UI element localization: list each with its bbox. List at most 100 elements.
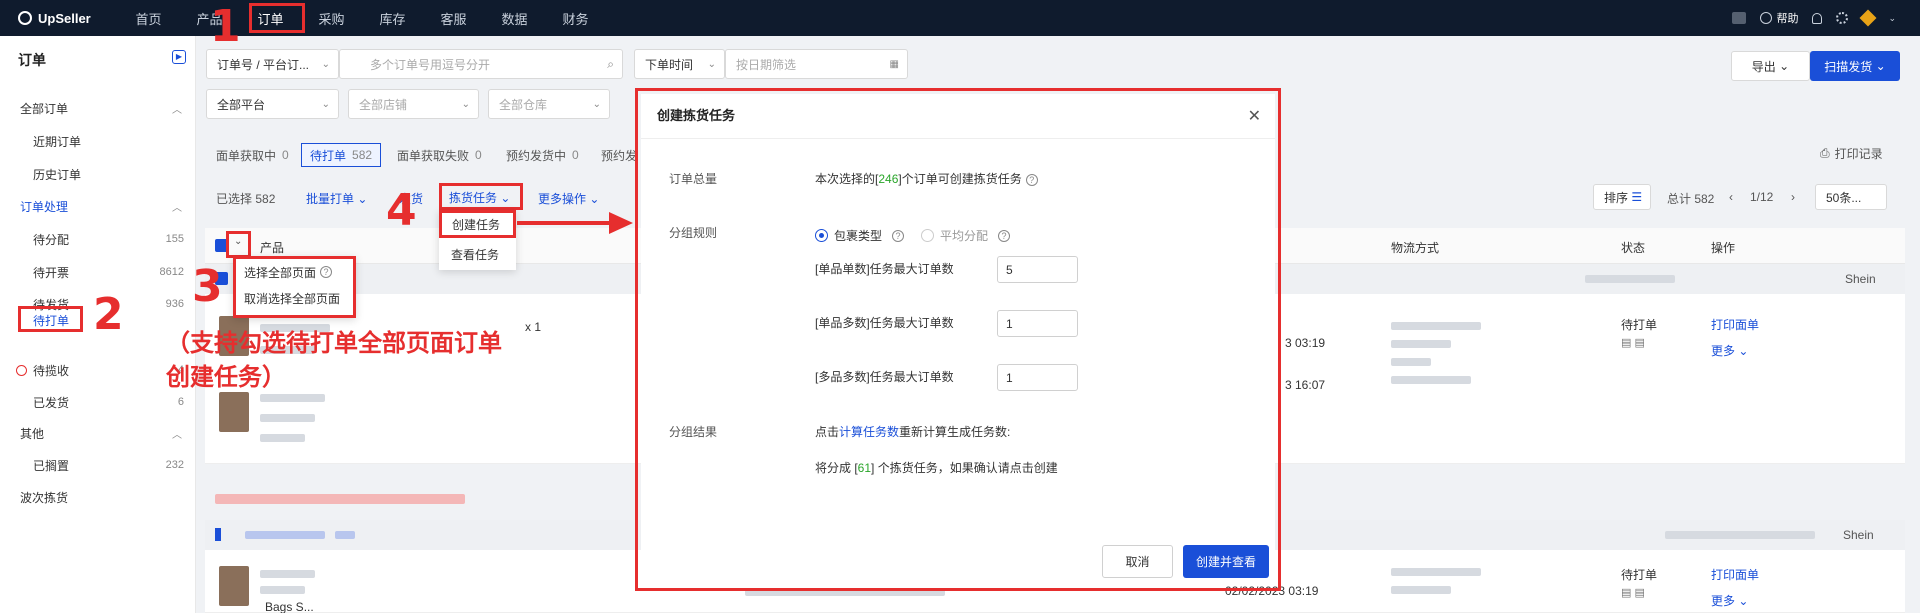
option-label: 查看任务 bbox=[451, 247, 500, 262]
average-distribution-radio[interactable]: 平均分配 ? bbox=[921, 227, 1011, 244]
view-task-option[interactable]: 查看任务 bbox=[439, 240, 516, 268]
order-total-label: 订单总量 bbox=[669, 172, 718, 186]
nav-service[interactable]: 客服 bbox=[423, 9, 484, 28]
deselect-all-pages-option[interactable]: 取消选择全部页面 bbox=[236, 285, 353, 311]
tab-fetch-failed[interactable]: 面单获取失败 0 bbox=[397, 143, 482, 167]
sidebar-item-pending-invoice[interactable]: 待开票 8612 bbox=[0, 258, 196, 286]
select-value: 订单号 / 平台订... bbox=[217, 57, 310, 72]
print-label-link[interactable]: 打印面单 bbox=[1711, 566, 1759, 583]
task-count-number: 61 bbox=[857, 461, 872, 475]
sidebar-item-all-orders[interactable]: 全部订单 ︿ bbox=[0, 94, 196, 122]
export-label: 导出 bbox=[1751, 59, 1776, 74]
warning-icon bbox=[16, 364, 27, 376]
more-ops-button[interactable]: 更多操作 ⌄ bbox=[538, 190, 599, 207]
help-link[interactable]: 帮助 bbox=[1760, 10, 1798, 26]
print-log-label: 打印记录 bbox=[1834, 147, 1883, 161]
sidebar-item-history-orders[interactable]: 历史订单 bbox=[0, 160, 196, 188]
bell-icon[interactable] bbox=[1812, 12, 1823, 24]
tab-pending-print[interactable]: 待打单 582 bbox=[301, 143, 382, 167]
create-and-view-button[interactable]: 创建并查看 bbox=[1183, 545, 1269, 578]
sidebar-item-pending-assign[interactable]: 待分配 155 bbox=[0, 225, 196, 253]
sidebar-item-count: 6 bbox=[177, 396, 184, 408]
tab-count: 0 bbox=[572, 148, 579, 162]
radio-selected-icon bbox=[815, 229, 828, 242]
app-logo[interactable]: UpSeller bbox=[0, 11, 118, 26]
row-checkbox[interactable] bbox=[215, 528, 221, 541]
cancel-button[interactable]: 取消 bbox=[1102, 545, 1173, 578]
dialog-divider bbox=[641, 138, 1275, 139]
sidebar-item-pending-print[interactable]: 待打单 bbox=[18, 306, 83, 332]
chevron-down-icon: ⌄ bbox=[357, 192, 368, 206]
tab-label: 预约发 bbox=[601, 148, 638, 163]
collapse-sidebar-icon[interactable]: ▶ bbox=[172, 50, 186, 64]
platform-select[interactable]: 全部平台 ⌄ bbox=[206, 89, 339, 119]
sidebar-item-processing[interactable]: 订单处理 ︿ bbox=[0, 192, 196, 220]
column-header-status: 状态 bbox=[1621, 241, 1646, 255]
question-icon[interactable]: ? bbox=[998, 229, 1011, 242]
tab-scheduled-ship[interactable]: 预约发货中 0 bbox=[506, 143, 579, 167]
blurred-element bbox=[1732, 12, 1747, 24]
option-label: 取消选择全部页面 bbox=[244, 291, 341, 306]
create-task-option[interactable]: 创建任务 bbox=[439, 210, 516, 238]
select-value: 全部仓库 bbox=[499, 97, 548, 112]
date-filter-input[interactable]: 按日期筛选 ▦ bbox=[725, 49, 908, 79]
close-icon[interactable]: ✕ bbox=[1248, 106, 1261, 126]
sidebar-item-recent-orders[interactable]: 近期订单 bbox=[0, 127, 196, 155]
blurred-element bbox=[260, 570, 315, 578]
more-label: 更多 bbox=[1711, 594, 1736, 608]
blurred-element bbox=[1391, 322, 1481, 330]
warehouse-select[interactable]: 全部仓库 ⌄ bbox=[488, 89, 610, 119]
rule-multi-multi-input[interactable]: 1 bbox=[997, 364, 1078, 391]
blurred-element bbox=[1391, 358, 1431, 366]
scan-ship-button[interactable]: 扫描发货 ⌄ bbox=[1810, 51, 1900, 81]
store-select[interactable]: 全部店铺 ⌄ bbox=[348, 89, 479, 119]
sidebar-item-shelved[interactable]: 已搁置 232 bbox=[0, 451, 196, 479]
more-actions-link[interactable]: 更多 ⌄ bbox=[1711, 592, 1748, 609]
page-size-select[interactable]: 50条... bbox=[1815, 184, 1887, 210]
sidebar-item-other[interactable]: 其他 ︿ bbox=[0, 419, 196, 447]
nav-inventory[interactable]: 库存 bbox=[362, 9, 423, 28]
bulk-print-label: 批量打单 bbox=[306, 192, 355, 206]
more-actions-link[interactable]: 更多 ⌄ bbox=[1711, 342, 1748, 359]
chevron-down-icon[interactable]: ⌄ bbox=[1888, 13, 1896, 24]
next-page-icon[interactable]: › bbox=[1791, 190, 1795, 204]
nav-purchase[interactable]: 采购 bbox=[301, 9, 362, 28]
bulk-print-button[interactable]: 批量打单 ⌄ bbox=[306, 190, 367, 207]
annotation-number-3: 3 bbox=[192, 261, 223, 312]
package-type-radio[interactable]: 包裹类型 ? bbox=[815, 227, 905, 244]
chevron-down-icon[interactable]: ⌄ bbox=[234, 236, 242, 247]
annotation-arrow bbox=[517, 221, 612, 225]
tab-fetching-label[interactable]: 面单获取中 0 bbox=[216, 143, 289, 167]
blurred-element bbox=[1391, 586, 1451, 594]
calculate-tasks-link[interactable]: 计算任务数 bbox=[839, 425, 899, 439]
sidebar-item-wave-pick[interactable]: 波次拣货 bbox=[0, 483, 196, 511]
rule-single-single-input[interactable]: 5 bbox=[997, 256, 1078, 283]
blurred-element bbox=[1665, 531, 1815, 539]
order-number-type-select[interactable]: 订单号 / 平台订... ⌄ bbox=[206, 49, 339, 79]
sort-button[interactable]: 排序 ☰ bbox=[1593, 184, 1651, 210]
order-number-search-input[interactable]: 多个订单号用逗号分开 ⌕ bbox=[339, 49, 623, 79]
nav-data[interactable]: 数据 bbox=[484, 9, 545, 28]
print-log-link[interactable]: ⎙ 打印记录 bbox=[1820, 145, 1883, 162]
question-icon[interactable]: ? bbox=[892, 229, 905, 242]
rule-single-multi-input[interactable]: 1 bbox=[997, 310, 1078, 337]
search-icon[interactable]: ⌕ bbox=[607, 57, 614, 72]
chevron-down-icon: ⌄ bbox=[461, 98, 470, 110]
time-type-select[interactable]: 下单时间 ⌄ bbox=[634, 49, 725, 79]
pick-task-button[interactable]: 拣货任务 ⌄ bbox=[449, 189, 510, 206]
order-status-icons: ▤ ▤ bbox=[1621, 587, 1645, 599]
vip-diamond-icon[interactable] bbox=[1859, 9, 1877, 27]
more-ops-label: 更多操作 bbox=[538, 192, 587, 206]
question-icon[interactable]: ? bbox=[1025, 173, 1038, 186]
print-label-link[interactable]: 打印面单 bbox=[1711, 316, 1759, 333]
export-button[interactable]: 导出 ⌄ bbox=[1731, 51, 1810, 81]
select-all-pages-option[interactable]: 选择全部页面? bbox=[236, 259, 353, 285]
nav-finance[interactable]: 财务 bbox=[545, 9, 606, 28]
select-value: 全部平台 bbox=[217, 97, 266, 112]
prev-page-icon[interactable]: ‹ bbox=[1729, 190, 1733, 204]
gear-icon[interactable] bbox=[1836, 12, 1849, 24]
select-value: 50条... bbox=[1826, 190, 1862, 205]
tab-scheduled-ship-2[interactable]: 预约发 bbox=[601, 143, 637, 167]
nav-home[interactable]: 首页 bbox=[118, 9, 179, 28]
sidebar-item-label: 历史订单 bbox=[33, 167, 82, 182]
